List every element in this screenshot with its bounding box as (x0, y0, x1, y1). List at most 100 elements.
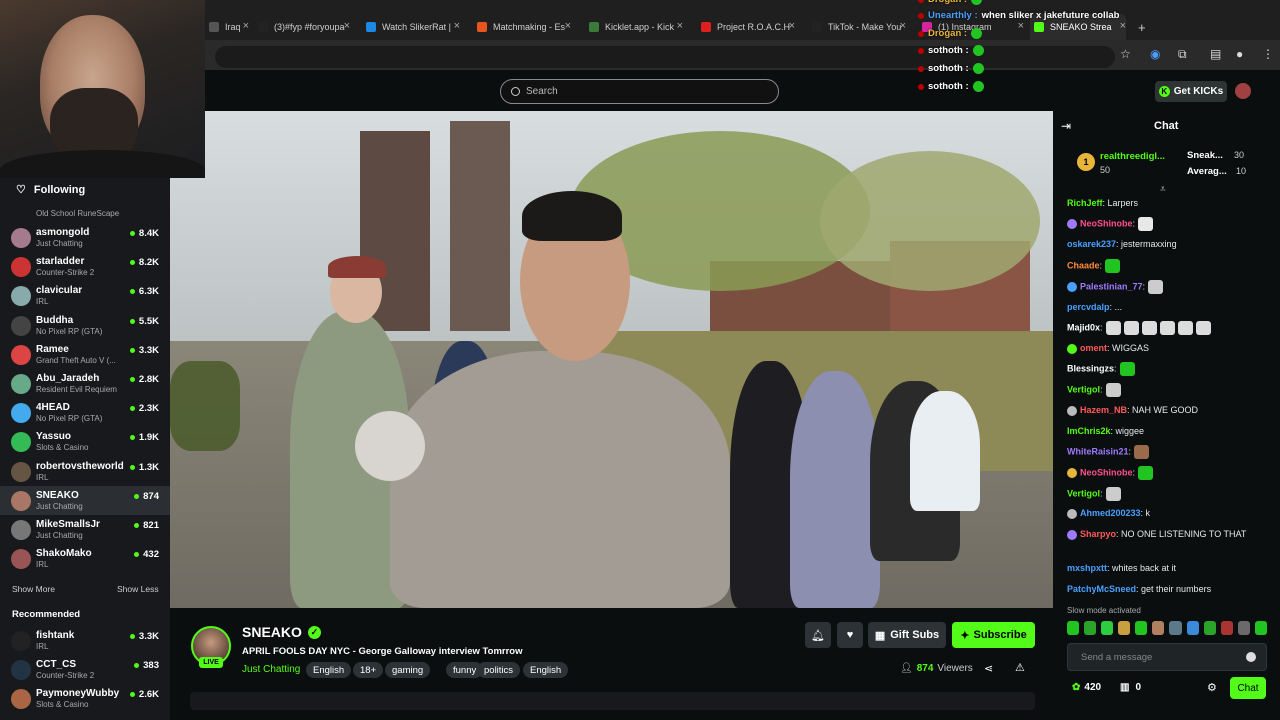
sidebar-toggle-icon[interactable]: ▤ (1210, 47, 1221, 61)
chat-username[interactable]: oment (1080, 343, 1107, 353)
following-header[interactable]: ♡ Following (16, 183, 85, 197)
chat-username[interactable]: Ahmed200233 (1080, 508, 1141, 518)
browser-tab[interactable]: Matchmaking - Es × (473, 14, 571, 40)
show-more-button[interactable]: Show More (12, 584, 55, 594)
tab-close-icon[interactable]: × (1018, 20, 1024, 32)
tab-close-icon[interactable]: × (789, 20, 795, 32)
sidebar-channel[interactable]: 4HEAD No Pixel RP (GTA) 2.3K (0, 398, 170, 427)
quick-emote-icon[interactable] (1101, 621, 1114, 635)
sidebar-channel[interactable]: PaymoneyWubby Slots & Casino 2.6K (0, 684, 170, 713)
video-player[interactable] (170, 111, 1053, 608)
emoji-picker-icon[interactable] (1246, 652, 1256, 662)
chat-username[interactable]: NeoShinobe (1080, 467, 1133, 477)
chat-username[interactable]: percvdalp (1067, 302, 1110, 312)
chat-username[interactable]: RichJeff (1067, 198, 1103, 208)
new-tab-button[interactable]: + (1138, 14, 1152, 40)
search-input[interactable]: Search (500, 79, 779, 104)
sidebar-channel[interactable]: ShakoMako IRL 432 (0, 544, 170, 573)
stream-tag[interactable]: 18+ (353, 662, 384, 678)
browser-tab[interactable]: Iraq × (205, 14, 249, 40)
browser-tab[interactable]: (3)#fyp #foryoupa × (254, 14, 350, 40)
user-avatar[interactable] (1235, 83, 1251, 99)
gift-count[interactable]: ▥ 0 (1120, 682, 1141, 693)
browser-tab[interactable]: Kicklet.app - Kick × (585, 14, 683, 40)
chat-username[interactable]: ImChris2k (1067, 426, 1111, 436)
channel-points[interactable]: ✿ 420 (1072, 682, 1101, 693)
report-icon[interactable]: ⚠ (1015, 661, 1025, 674)
chat-username[interactable]: NeoShinobe (1080, 218, 1133, 228)
sidebar-channel[interactable]: Abu_Jaradeh Resident Evil Requiem 2.8K (0, 369, 170, 398)
profile-icon[interactable]: ● (1236, 47, 1243, 61)
stream-tag[interactable]: gaming (385, 662, 431, 678)
streamer-name[interactable]: SNEAKO (242, 624, 302, 640)
quick-emote-icon[interactable] (1118, 621, 1131, 635)
quick-emote-icon[interactable] (1067, 621, 1080, 635)
browser-tab[interactable]: Watch SlikerRat | × (362, 14, 460, 40)
extension-icon[interactable]: ◉ (1150, 47, 1160, 61)
sidebar-channel[interactable]: clavicular IRL 6.3K (0, 281, 170, 310)
chat-username[interactable]: Sharpyo (1080, 529, 1116, 539)
follow-heart-button[interactable]: ♥ (837, 622, 863, 648)
chat-username[interactable]: Palestinian_77 (1080, 281, 1143, 291)
notification-bell-button[interactable]: 🔔︎ (805, 622, 831, 648)
quick-emote-icon[interactable] (1203, 621, 1216, 635)
share-icon[interactable]: ⋖ (984, 662, 993, 675)
sidebar-channel[interactable]: SNEAKO Just Chatting 874 (0, 485, 170, 515)
quick-emote-icon[interactable] (1237, 621, 1250, 635)
puzzle-icon[interactable]: ⧉ (1178, 47, 1187, 62)
browser-tab[interactable]: TikTok - Make You × (808, 14, 906, 40)
sidebar-channel[interactable]: fishtank IRL 3.3K (0, 626, 170, 655)
leaderboard-third-name[interactable]: Averag... (1187, 166, 1227, 177)
stream-tag[interactable]: English (523, 662, 569, 678)
chat-username[interactable]: Chaade (1067, 260, 1100, 270)
chat-username[interactable]: Hazem_NB (1080, 405, 1127, 415)
pinned-expand-icon[interactable]: ⩡ (1160, 184, 1166, 195)
leaderboard-first-name[interactable]: realthreedigl... (1100, 151, 1165, 162)
chat-username[interactable]: oskarek237 (1067, 239, 1116, 249)
collapse-chat-icon[interactable]: ⇥ (1061, 119, 1071, 133)
quick-emote-icon[interactable] (1152, 621, 1165, 635)
tab-close-icon[interactable]: × (677, 20, 683, 32)
sidebar-channel[interactable]: MikeSmallsJr Just Chatting 821 (0, 515, 170, 544)
chat-username[interactable]: Majid0x (1067, 322, 1100, 332)
stream-tag[interactable]: English (306, 662, 352, 678)
stream-category[interactable]: Just Chatting (242, 664, 300, 675)
sidebar-channel[interactable]: Buddha No Pixel RP (GTA) 5.5K (0, 311, 170, 340)
quick-emote-icon[interactable] (1169, 621, 1182, 635)
chat-input[interactable]: Send a message (1067, 643, 1267, 671)
chat-username[interactable]: mxshpxtt (1067, 563, 1107, 573)
chat-username[interactable]: Vertigol (1067, 488, 1100, 498)
sidebar-channel[interactable]: Ramee Grand Theft Auto V (... 3.3K (0, 340, 170, 369)
quick-emote-icon[interactable] (1135, 621, 1148, 635)
browser-tab[interactable]: Project R.O.A.C.H × (697, 14, 795, 40)
send-chat-button[interactable]: Chat (1230, 677, 1266, 699)
chat-username[interactable]: Blessingzs (1067, 363, 1114, 373)
quick-emote-icon[interactable] (1186, 621, 1199, 635)
get-kicks-button[interactable]: K Get KICKs (1155, 81, 1227, 102)
subscribe-button[interactable]: ✦ Subscribe (952, 622, 1035, 648)
sidebar-channel[interactable]: starladder Counter-Strike 2 8.2K (0, 252, 170, 281)
tab-close-icon[interactable]: × (1120, 20, 1126, 32)
sidebar-channel[interactable]: robertovstheworld IRL 1.3K (0, 457, 170, 486)
sidebar-channel[interactable]: asmongold Just Chatting 8.4K (0, 223, 170, 252)
chat-username[interactable]: Vertigol (1067, 384, 1100, 394)
chat-username[interactable]: PatchyMcSneed (1067, 584, 1136, 594)
stream-tag[interactable]: politics (477, 662, 521, 678)
sidebar-channel[interactable]: CCT_CS Counter-Strike 2 383 (0, 655, 170, 684)
tab-close-icon[interactable]: × (243, 20, 249, 32)
sidebar-channel[interactable]: Yassuo Slots & Casino 1.9K (0, 427, 170, 456)
quick-emote-icon[interactable] (1254, 621, 1267, 635)
tab-close-icon[interactable]: × (344, 20, 350, 32)
quick-emote-icon[interactable] (1084, 621, 1097, 635)
chat-settings-gear-icon[interactable]: ⚙ (1207, 681, 1217, 694)
tab-close-icon[interactable]: × (900, 20, 906, 32)
tab-close-icon[interactable]: × (454, 20, 460, 32)
gift-subs-button[interactable]: ▦ Gift Subs (868, 622, 946, 648)
tab-close-icon[interactable]: × (565, 20, 571, 32)
browser-menu-icon[interactable]: ⋮ (1262, 47, 1274, 61)
leaderboard-second-name[interactable]: Sneak... (1187, 150, 1223, 161)
quick-emote-icon[interactable] (1220, 621, 1233, 635)
chat-username[interactable]: WhiteRaisin21 (1067, 446, 1129, 456)
show-less-button[interactable]: Show Less (117, 584, 159, 594)
bookmark-star-icon[interactable]: ☆ (1120, 47, 1131, 61)
